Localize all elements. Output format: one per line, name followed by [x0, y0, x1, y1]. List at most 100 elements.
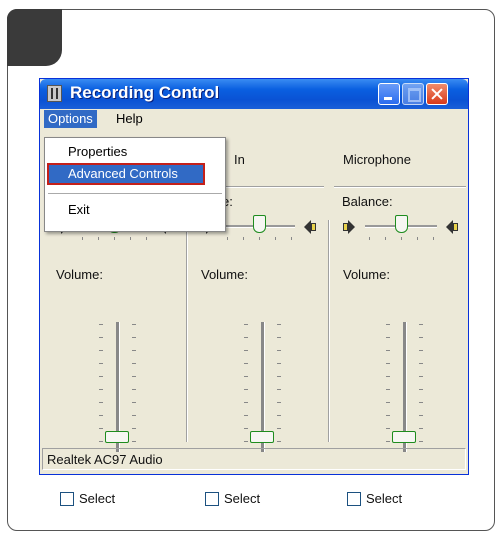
volume-tick: [244, 376, 248, 377]
volume-tick: [99, 376, 103, 377]
menu-separator: [48, 193, 222, 194]
balance-tick: [146, 237, 147, 240]
volume-tick: [99, 337, 103, 338]
channel-name: In: [234, 152, 245, 167]
volume-tick: [132, 441, 136, 442]
volume-tick: [277, 337, 281, 338]
balance-tick: [433, 237, 434, 240]
balance-tick: [227, 237, 228, 240]
volume-tick: [99, 363, 103, 364]
close-button[interactable]: [426, 83, 448, 105]
volume-tick: [419, 337, 423, 338]
volume-tick: [386, 428, 390, 429]
volume-tick: [419, 350, 423, 351]
volume-tick: [386, 402, 390, 403]
volume-tick: [99, 415, 103, 416]
speaker-right-icon: [302, 220, 316, 234]
volume-tick: [244, 428, 248, 429]
volume-slider-thumb[interactable]: [392, 430, 416, 443]
channel-column: Microphone Balance: Volume: Select: [330, 132, 470, 506]
volume-label: Volume:: [56, 267, 103, 282]
select-checkbox[interactable]: [205, 492, 219, 506]
volume-tick: [244, 415, 248, 416]
minimize-button[interactable]: [378, 83, 400, 105]
volume-tick: [132, 415, 136, 416]
balance-tick: [98, 237, 99, 240]
menu-options[interactable]: Options: [44, 110, 97, 128]
volume-label: Volume:: [343, 267, 390, 282]
volume-tick: [132, 428, 136, 429]
balance-tick: [417, 237, 418, 240]
volume-tick: [277, 324, 281, 325]
select-label[interactable]: Select: [79, 491, 115, 506]
balance-tick: [259, 237, 260, 240]
maximize-button[interactable]: [402, 83, 424, 105]
volume-tick: [99, 441, 103, 442]
volume-tick: [277, 415, 281, 416]
mixer-app-icon[interactable]: [47, 85, 62, 102]
volume-tick: [386, 376, 390, 377]
volume-tick: [277, 363, 281, 364]
volume-tick: [244, 350, 248, 351]
volume-tick: [132, 337, 136, 338]
balance-tick: [114, 237, 115, 240]
title-bar[interactable]: Recording Control: [40, 79, 468, 109]
balance-slider-thumb[interactable]: [395, 215, 408, 233]
volume-tick: [99, 350, 103, 351]
volume-tick: [244, 441, 248, 442]
volume-tick: [277, 350, 281, 351]
volume-tick: [244, 363, 248, 364]
select-checkbox[interactable]: [60, 492, 74, 506]
balance-tick: [369, 237, 370, 240]
select-label[interactable]: Select: [224, 491, 260, 506]
status-text: Realtek AC97 Audio: [47, 452, 163, 467]
volume-tick: [99, 324, 103, 325]
volume-tick: [132, 324, 136, 325]
volume-tick: [277, 389, 281, 390]
volume-slider-thumb[interactable]: [105, 430, 129, 443]
menu-item-properties[interactable]: Properties: [48, 143, 224, 161]
volume-tick: [419, 363, 423, 364]
volume-tick: [132, 389, 136, 390]
step-tab: [7, 9, 62, 66]
volume-tick: [386, 441, 390, 442]
balance-tick: [275, 237, 276, 240]
volume-tick: [386, 415, 390, 416]
volume-tick: [419, 402, 423, 403]
header-separator: [334, 186, 466, 188]
balance-tick: [385, 237, 386, 240]
menu-bar: Options Help: [40, 109, 468, 129]
volume-tick: [419, 376, 423, 377]
options-dropdown-menu: Properties Advanced Controls Exit: [44, 137, 226, 232]
volume-tick: [132, 402, 136, 403]
volume-tick: [386, 389, 390, 390]
volume-tick: [99, 428, 103, 429]
volume-tick: [386, 337, 390, 338]
volume-tick: [419, 324, 423, 325]
volume-tick: [244, 324, 248, 325]
balance-slider-thumb[interactable]: [253, 215, 266, 233]
volume-tick: [99, 402, 103, 403]
volume-tick: [244, 402, 248, 403]
volume-tick: [419, 415, 423, 416]
volume-tick: [277, 428, 281, 429]
balance-tick: [243, 237, 244, 240]
volume-label: Volume:: [201, 267, 248, 282]
volume-tick: [132, 376, 136, 377]
speaker-right-icon: [444, 220, 458, 234]
menu-help[interactable]: Help: [112, 110, 147, 128]
volume-tick: [132, 350, 136, 351]
volume-tick: [419, 428, 423, 429]
volume-tick: [386, 363, 390, 364]
speaker-left-icon: [343, 220, 357, 234]
select-checkbox[interactable]: [347, 492, 361, 506]
volume-tick: [419, 389, 423, 390]
menu-item-exit[interactable]: Exit: [48, 201, 224, 219]
volume-tick: [277, 441, 281, 442]
menu-item-advanced-controls[interactable]: Advanced Controls: [47, 163, 205, 185]
volume-tick: [419, 441, 423, 442]
volume-tick: [386, 324, 390, 325]
volume-slider-thumb[interactable]: [250, 430, 274, 443]
select-label[interactable]: Select: [366, 491, 402, 506]
volume-tick: [244, 389, 248, 390]
